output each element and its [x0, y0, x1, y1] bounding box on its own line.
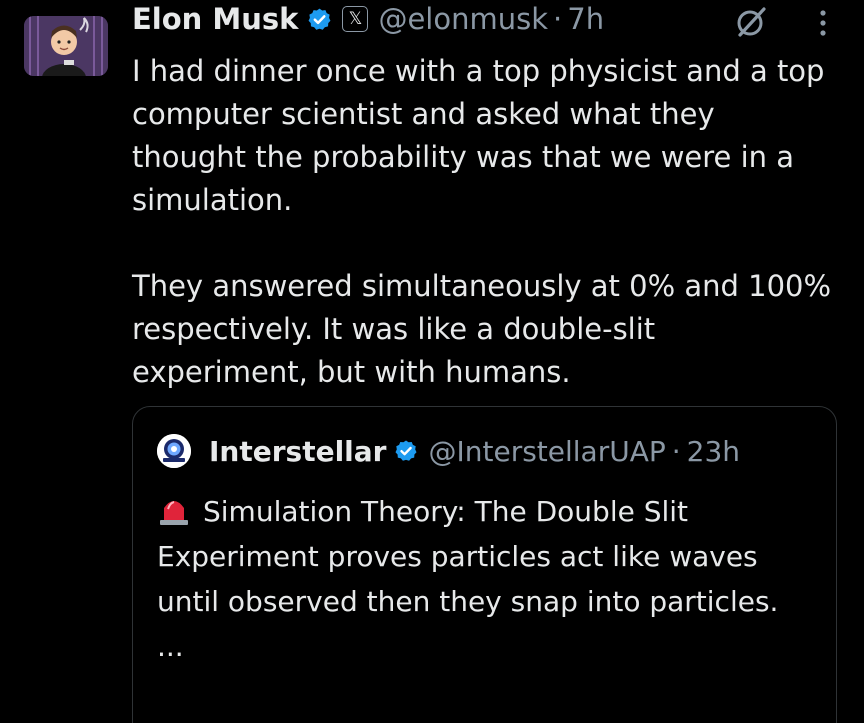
grok-icon[interactable] [733, 4, 769, 40]
quoted-tweet-text-line: Simulation Theory: The Double Slit Exper… [157, 489, 827, 624]
quoted-tweet-text: Simulation Theory: The Double Slit Exper… [157, 495, 779, 618]
more-vertical-icon[interactable] [814, 8, 832, 38]
tweet-paragraph-1: I had dinner once with a top physicist a… [132, 54, 825, 217]
quoted-author-handle[interactable]: @InterstellarUAP [428, 435, 665, 468]
x-logo-badge-icon[interactable]: 𝕏 [342, 6, 369, 32]
timestamp[interactable]: 7h [567, 2, 604, 36]
tweet-header: Elon Musk 𝕏 @elonmusk · 7h [132, 0, 604, 38]
quoted-tweet-body: Simulation Theory: The Double Slit Exper… [157, 489, 827, 669]
quoted-tweet-card[interactable]: Interstellar @InterstellarUAP · 23h Simu… [132, 406, 837, 723]
quoted-timestamp[interactable]: 23h [687, 435, 740, 468]
quoted-author-avatar[interactable] [157, 434, 191, 468]
verified-check-icon[interactable] [394, 439, 418, 463]
rotating-light-icon [157, 493, 191, 525]
quoted-tweet-header: Interstellar @InterstellarUAP · 23h [157, 432, 740, 470]
quoted-tweet-ellipsis[interactable]: ... [157, 624, 827, 669]
quoted-author-name[interactable]: Interstellar [209, 435, 386, 468]
separator-dot: · [553, 2, 563, 36]
tweet-body: I had dinner once with a top physicist a… [132, 50, 832, 394]
author-name[interactable]: Elon Musk [132, 2, 298, 36]
separator-dot: · [671, 434, 681, 468]
author-handle[interactable]: @elonmusk [378, 2, 548, 36]
tweet-paragraph-2: They answered simultaneously at 0% and 1… [132, 269, 832, 389]
author-avatar[interactable] [24, 16, 108, 76]
verified-check-icon[interactable] [307, 7, 332, 32]
